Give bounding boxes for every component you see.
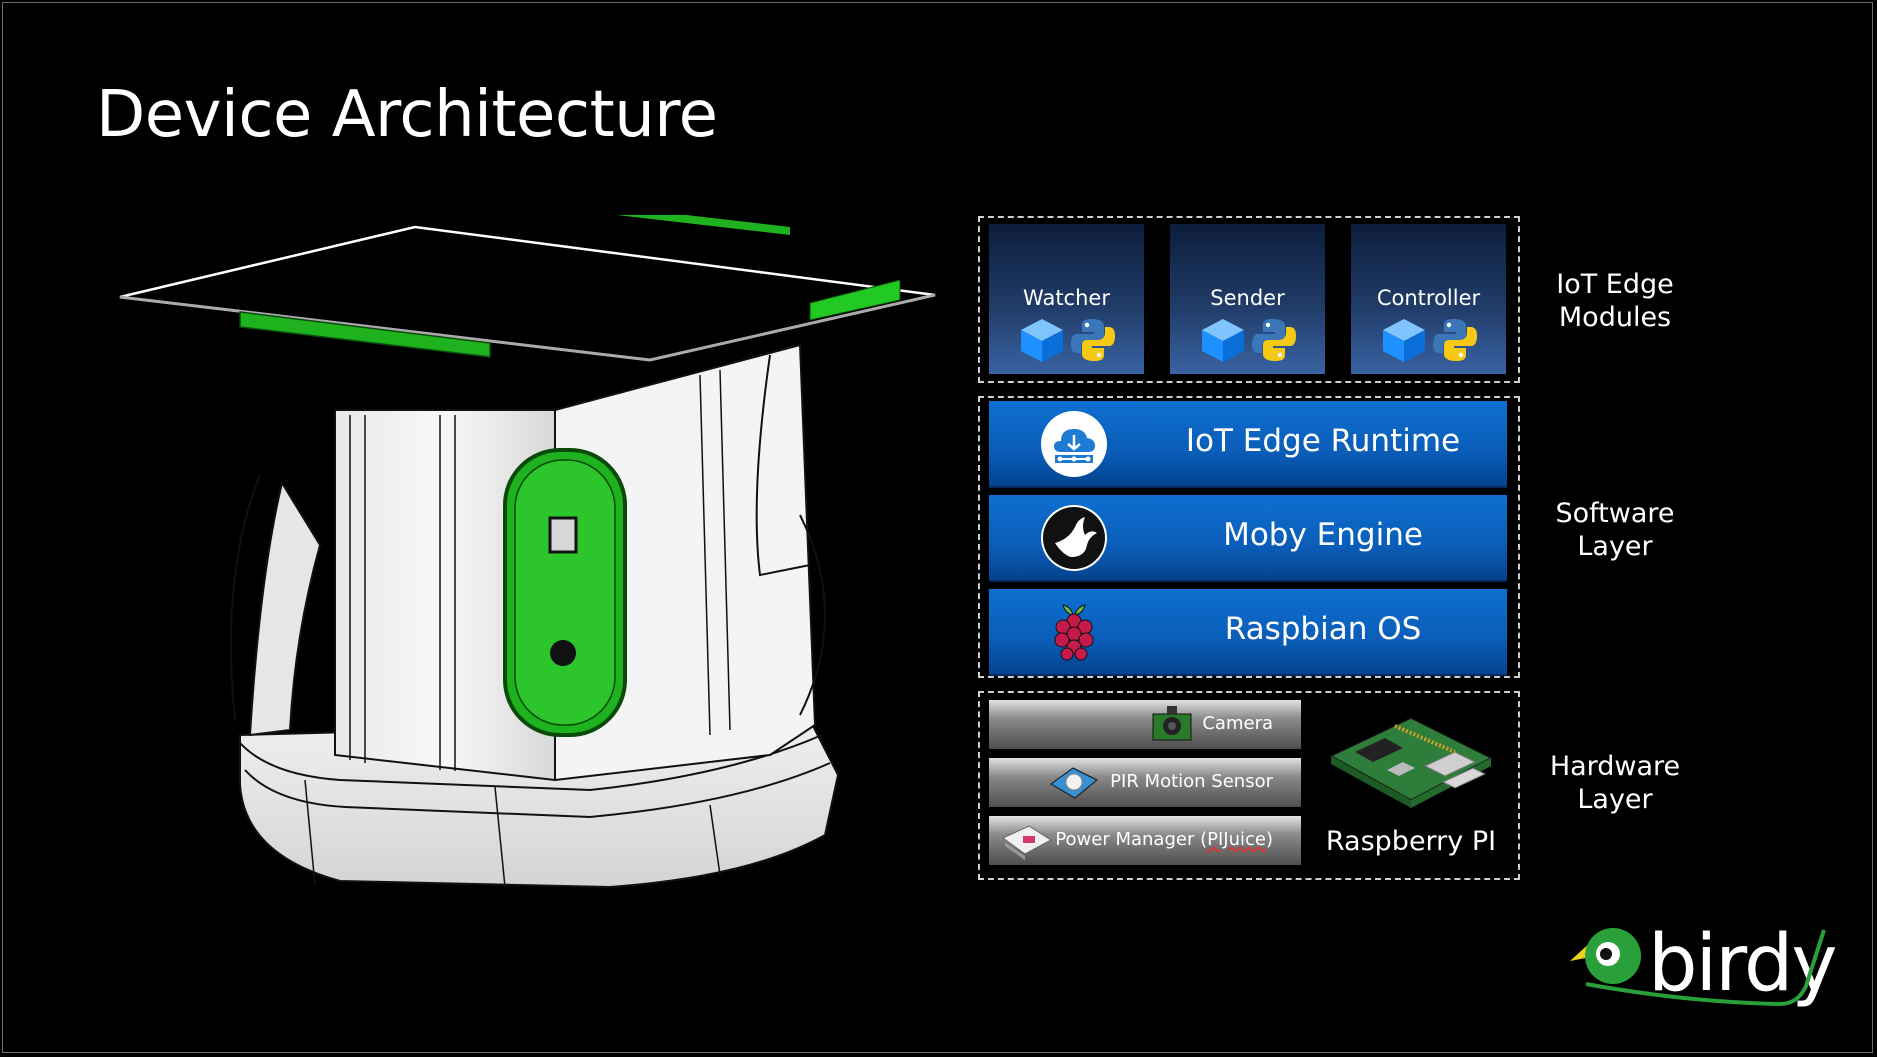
- python-icon: [1432, 319, 1477, 361]
- pir-sensor-icon: [1050, 767, 1098, 799]
- hardware-label: Power Manager (PIJuice): [1055, 829, 1273, 850]
- iot-edge-runtime-bar[interactable]: IoT Edge Runtime: [989, 401, 1507, 488]
- module-controller[interactable]: Controller: [1351, 224, 1506, 374]
- software-label: Raspbian OS: [1224, 611, 1422, 647]
- module-label: Controller: [1376, 286, 1481, 310]
- power-board-icon: [1002, 825, 1052, 860]
- camera-module-icon: [1152, 706, 1192, 741]
- software-label: IoT Edge Runtime: [1185, 423, 1461, 459]
- slide-title: Device Architecture: [96, 78, 718, 152]
- layer-label-hardware: Hardware Layer: [1549, 751, 1681, 815]
- raspbian-os-bar[interactable]: Raspbian OS: [989, 589, 1507, 676]
- module-watcher[interactable]: Watcher: [989, 224, 1144, 374]
- hardware-label: PIR Motion Sensor: [1110, 771, 1273, 792]
- iot-edge-icon: [1041, 411, 1107, 477]
- hardware-item-power-manager[interactable]: Power Manager (PIJuice): [989, 816, 1301, 865]
- moby-icon: [1041, 505, 1107, 571]
- software-label: Moby Engine: [1223, 517, 1423, 553]
- raspberry-pi-icon: [1041, 599, 1107, 665]
- birdy-logo: birdy: [1570, 919, 1836, 1009]
- python-icon: [1070, 319, 1115, 361]
- module-label: Sender: [1210, 286, 1285, 310]
- azure-cube-icon: [1020, 319, 1063, 362]
- python-icon: [1251, 319, 1296, 361]
- raspberry-pi-label: Raspberry PI: [1325, 826, 1497, 857]
- hardware-item-camera[interactable]: Camera: [989, 700, 1301, 749]
- birdhouse-device-illustration: [119, 215, 936, 889]
- azure-cube-icon: [1201, 319, 1244, 362]
- raspberry-pi-board-image: [1329, 717, 1493, 808]
- moby-engine-bar[interactable]: Moby Engine: [989, 495, 1507, 582]
- module-sender[interactable]: Sender: [1170, 224, 1325, 374]
- module-label: Watcher: [1023, 286, 1110, 310]
- azure-cube-icon: [1382, 319, 1425, 362]
- hardware-item-pir-sensor[interactable]: PIR Motion Sensor: [989, 758, 1301, 807]
- layer-label-modules: IoT Edge Modules: [1556, 269, 1674, 333]
- layer-label-software: Software Layer: [1555, 498, 1675, 562]
- hardware-label: Camera: [1202, 713, 1273, 734]
